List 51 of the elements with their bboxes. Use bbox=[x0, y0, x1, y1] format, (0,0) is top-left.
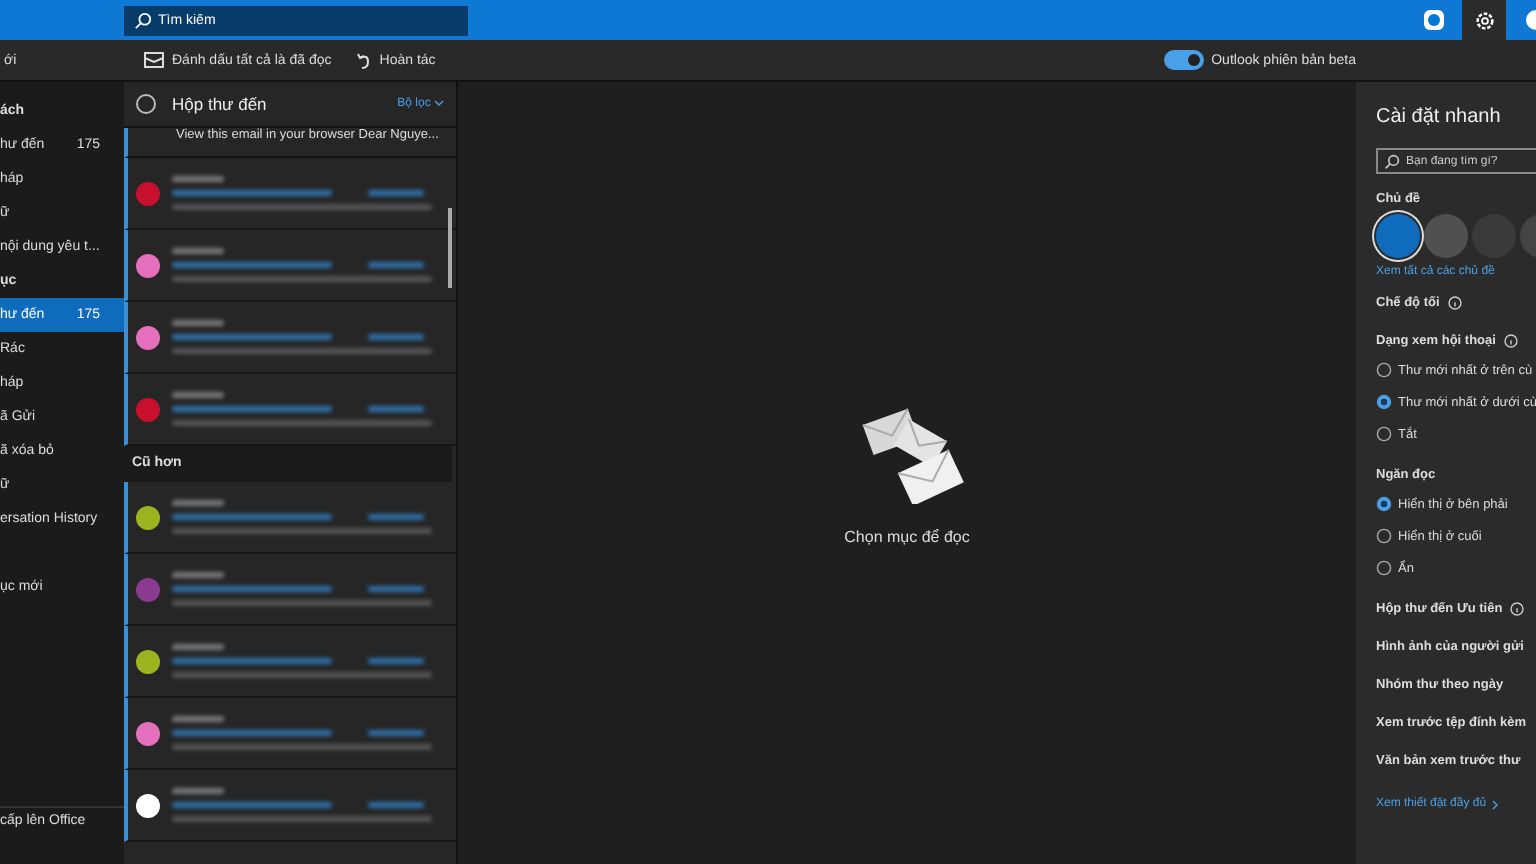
radio-button[interactable] bbox=[1376, 496, 1392, 512]
blurred-date bbox=[368, 514, 424, 520]
radio-button[interactable] bbox=[1376, 426, 1392, 442]
message-item[interactable] bbox=[124, 482, 456, 554]
blurred-date bbox=[368, 658, 424, 664]
message-item[interactable] bbox=[124, 626, 456, 698]
radio-button[interactable] bbox=[1376, 394, 1392, 410]
info-icon[interactable] bbox=[1510, 602, 1525, 616]
undo-icon bbox=[355, 51, 372, 69]
panel-title: Cài đặt nhanh bbox=[1376, 106, 1503, 128]
inbox-title: Hộp thư đến bbox=[172, 94, 267, 114]
radio-button[interactable] bbox=[1376, 560, 1392, 576]
message-item[interactable] bbox=[124, 698, 456, 770]
scrollbar-thumb[interactable] bbox=[448, 208, 452, 288]
message-item[interactable] bbox=[124, 230, 456, 302]
settings-icon bbox=[1473, 9, 1495, 31]
message-item[interactable] bbox=[124, 158, 456, 230]
empty-state-text: Chọn mục để đọc bbox=[844, 528, 970, 546]
blurred-sender bbox=[172, 320, 224, 326]
radio-button[interactable] bbox=[1376, 528, 1392, 544]
chevron-right-icon bbox=[1492, 799, 1499, 809]
blurred-sender bbox=[172, 788, 224, 794]
info-icon[interactable] bbox=[1503, 334, 1518, 348]
chevron-down-icon bbox=[434, 100, 444, 106]
search-icon bbox=[134, 11, 152, 29]
envelope-icon bbox=[144, 52, 164, 68]
blurred-date bbox=[368, 262, 424, 268]
message-item[interactable] bbox=[124, 554, 456, 626]
blurred-sender bbox=[172, 176, 224, 182]
blurred-sender bbox=[172, 500, 224, 506]
blurred-date bbox=[368, 406, 424, 412]
blurred-sender bbox=[172, 644, 224, 650]
blurred-sender bbox=[172, 248, 224, 254]
blurred-sender bbox=[172, 716, 224, 722]
message-item[interactable] bbox=[124, 302, 456, 374]
search-icon bbox=[1384, 153, 1400, 169]
blurred-sender bbox=[172, 392, 224, 398]
blurred-date bbox=[368, 586, 424, 592]
theme-swatch[interactable] bbox=[1424, 214, 1468, 258]
blurred-date bbox=[368, 802, 424, 808]
blurred-date bbox=[368, 334, 424, 340]
settings-button[interactable] bbox=[1462, 0, 1506, 40]
blurred-sender bbox=[172, 572, 224, 578]
info-icon[interactable] bbox=[1447, 296, 1462, 310]
theme-swatch[interactable] bbox=[1376, 214, 1420, 258]
message-item[interactable] bbox=[124, 770, 456, 842]
blurred-date bbox=[368, 190, 424, 196]
beta-toggle[interactable] bbox=[1163, 50, 1204, 70]
radio-button[interactable] bbox=[1376, 362, 1392, 378]
select-all-checkbox[interactable] bbox=[136, 94, 156, 114]
blurred-date bbox=[368, 730, 424, 736]
